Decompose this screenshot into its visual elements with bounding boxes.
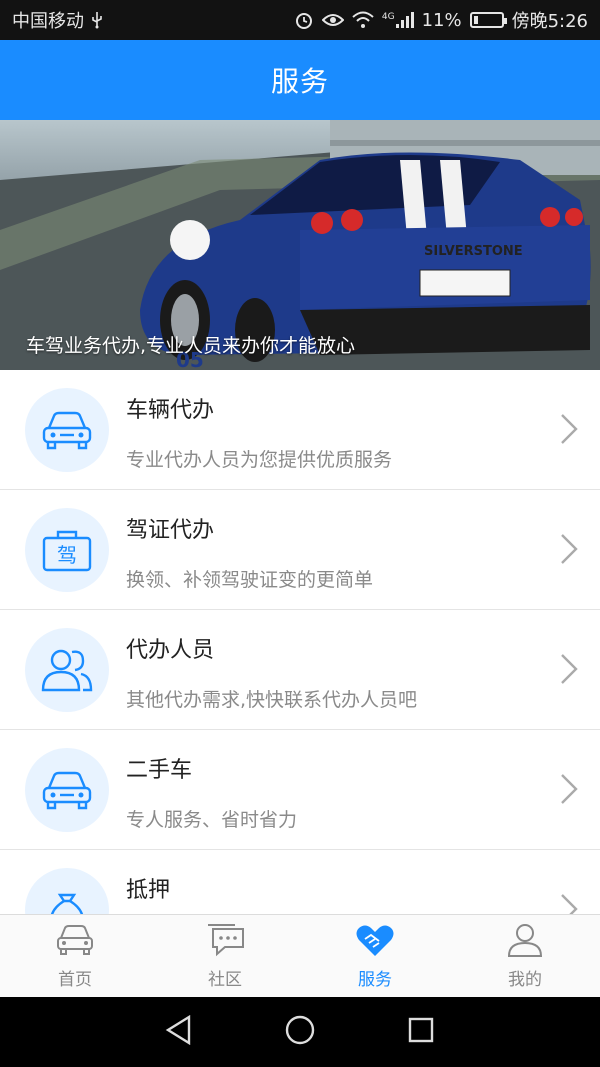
alarm-icon [294,10,314,30]
tab-community[interactable]: 社区 [150,915,300,997]
chevron-right-icon [560,533,578,569]
service-item-vehicle[interactable]: 车辆代办 专业代办人员为您提供优质服务 [0,370,600,490]
service-item-mortgage[interactable]: 抵押 [0,850,600,914]
tab-home[interactable]: 首页 [0,915,150,997]
usb-icon [90,11,104,29]
tab-label: 服务 [358,970,392,990]
service-item-license[interactable]: 驾 驾证代办 换领、补领驾驶证变的更简单 [0,490,600,610]
service-desc: 其他代办需求,快快联系代办人员吧 [126,689,418,711]
promo-banner[interactable]: 05 SILVERSTONE 车驾业务代办,专业人员来办你才能放心 [0,120,600,370]
service-list: 车辆代办 专业代办人员为您提供优质服务 驾 驾证代办 换领、补领驾驶证变的更简单 [0,370,600,914]
chevron-right-icon [560,653,578,689]
clock: 傍晚5:26 [511,11,588,32]
status-bar: 中国移动 4G 11% 傍晚5:26 [0,0,600,40]
car-home-icon [55,923,95,961]
service-title: 抵押 [126,878,171,903]
service-title: 代办人员 [126,638,215,663]
tab-label: 首页 [58,970,92,990]
bottom-tab-bar: 首页 社区 服务 我的 [0,914,600,997]
license-icon-text: 驾 [57,542,77,567]
eye-icon [321,12,344,28]
tab-label: 社区 [208,970,242,990]
handshake-heart-icon [355,923,395,961]
battery-percent: 11% [421,9,462,31]
carrier-label: 中国移动 [12,11,84,32]
service-title: 车辆代办 [126,398,215,423]
banner-caption: 车驾业务代办,专业人员来办你才能放心 [26,335,356,357]
back-icon[interactable] [165,1014,193,1049]
service-title: 二手车 [126,758,193,783]
signal-icon: 4G [382,12,414,28]
license-icon: 驾 [25,508,109,592]
service-item-agents[interactable]: 代办人员 其他代办需求,快快联系代办人员吧 [0,610,600,730]
tab-service[interactable]: 服务 [300,915,450,997]
page-title: 服务 [270,65,329,98]
service-title: 驾证代办 [126,518,215,543]
tab-profile[interactable]: 我的 [450,915,600,997]
chevron-right-icon [560,413,578,449]
chat-icon [205,923,245,961]
tab-label: 我的 [508,970,542,990]
car-icon [25,388,109,472]
service-item-used-car[interactable]: 二手车 专人服务、省时省力 [0,730,600,850]
service-desc: 换领、补领驾驶证变的更简单 [126,569,374,591]
people-icon [25,628,109,712]
service-desc: 专业代办人员为您提供优质服务 [126,449,393,471]
service-desc: 专人服务、省时省力 [126,809,298,831]
car-icon [25,748,109,832]
battery-icon [469,12,507,28]
network-type-label: 4G [381,12,395,22]
wifi-icon [352,11,374,29]
app-header: 服务 [0,40,600,120]
chevron-right-icon [560,773,578,809]
plate-text: SILVERSTONE [424,244,523,259]
money-bag-icon [25,868,109,914]
home-circle-icon[interactable] [284,1014,316,1050]
recents-icon[interactable] [407,1016,435,1048]
chevron-right-icon [560,893,578,914]
user-icon [505,923,545,961]
system-nav-bar [0,997,600,1067]
